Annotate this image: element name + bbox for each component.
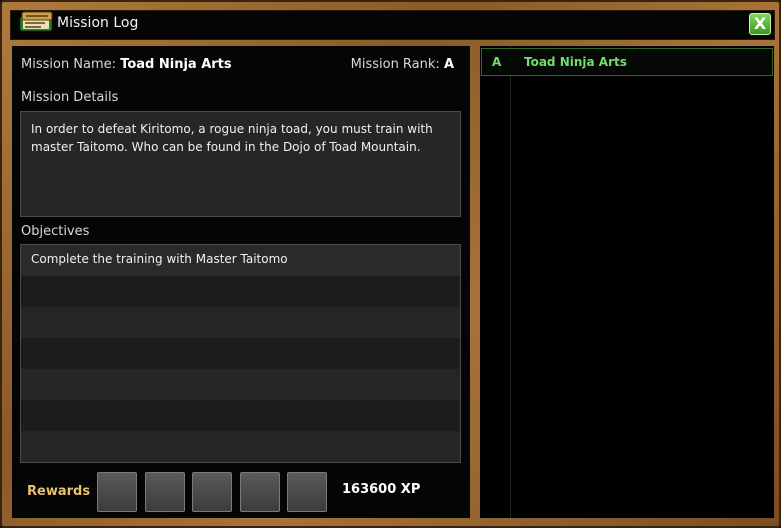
mission-details-box: In order to defeat Kiritomo, a rogue nin… bbox=[20, 111, 461, 217]
objective-item bbox=[21, 276, 460, 307]
mission-list-rank: A bbox=[492, 55, 502, 69]
objectives-list: Complete the training with Master Taitom… bbox=[20, 244, 461, 463]
reward-slot[interactable] bbox=[145, 472, 185, 512]
title-bar[interactable]: Mission Log X bbox=[10, 10, 775, 40]
reward-slot[interactable] bbox=[97, 472, 137, 512]
mission-details-heading: Mission Details bbox=[21, 90, 119, 105]
mission-rank-row: Mission Rank: A bbox=[351, 57, 454, 72]
reward-slot[interactable] bbox=[240, 472, 280, 512]
mission-name-value: Toad Ninja Arts bbox=[120, 57, 232, 72]
objective-item: Complete the training with Master Taitom… bbox=[21, 245, 460, 276]
window-title: Mission Log bbox=[57, 15, 139, 31]
mission-rank-value: A bbox=[443, 57, 454, 72]
mission-list-name: Toad Ninja Arts bbox=[524, 55, 627, 69]
reward-slot[interactable] bbox=[287, 472, 327, 512]
objective-item bbox=[21, 400, 460, 431]
mission-log-window: Mission Log X Mission Name: Toad Ninja A… bbox=[0, 0, 781, 528]
scroll-book-icon bbox=[17, 7, 57, 35]
mission-list-panel: A Toad Ninja Arts bbox=[480, 46, 774, 518]
objective-item bbox=[21, 431, 460, 462]
objective-item bbox=[21, 369, 460, 400]
mission-name-label: Mission Name: bbox=[21, 57, 117, 72]
objective-item bbox=[21, 338, 460, 369]
mission-rank-label: Mission Rank: bbox=[350, 57, 440, 72]
mission-list-item[interactable]: A Toad Ninja Arts bbox=[481, 48, 773, 76]
column-divider bbox=[510, 46, 511, 518]
mission-details-text: In order to defeat Kiritomo, a rogue nin… bbox=[31, 122, 433, 154]
rewards-label: Rewards bbox=[27, 484, 91, 499]
objectives-heading: Objectives bbox=[21, 224, 90, 239]
mission-name-row: Mission Name: Toad Ninja Arts bbox=[21, 57, 232, 72]
reward-slot[interactable] bbox=[192, 472, 232, 512]
xp-reward: 163600 XP bbox=[342, 482, 421, 497]
mission-detail-panel: Mission Name: Toad Ninja Arts Mission Ra… bbox=[12, 46, 470, 518]
objective-item bbox=[21, 307, 460, 338]
close-button[interactable]: X bbox=[749, 13, 771, 35]
